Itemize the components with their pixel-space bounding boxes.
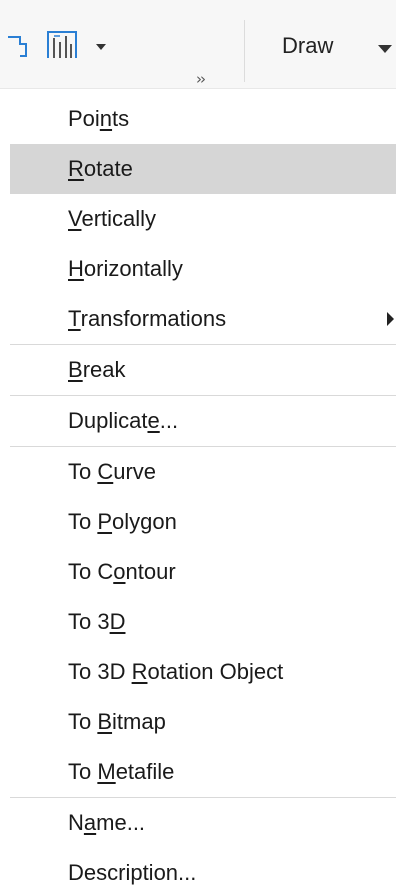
menu-item-label: Horizontally xyxy=(68,256,183,281)
distribute-icon[interactable] xyxy=(44,28,80,60)
menu-item-to-curve[interactable]: To Curve xyxy=(10,447,396,497)
menu-item-points[interactable]: Points xyxy=(10,94,396,144)
menu-item-label: Transformations xyxy=(68,306,227,331)
menu-item-rotate[interactable]: Rotate xyxy=(10,144,396,194)
shape-icon[interactable] xyxy=(6,34,28,60)
toolbar-overflow-icon[interactable]: ›› xyxy=(196,70,206,88)
menu-item-to-contour[interactable]: To Contour xyxy=(10,547,396,597)
menu-item-label: To Metafile xyxy=(68,759,175,784)
menu-item-label: Rotate xyxy=(68,156,133,181)
menu-item-label: Break xyxy=(68,357,126,382)
toolbar-separator xyxy=(244,20,245,82)
menu-item-to-bitmap[interactable]: To Bitmap xyxy=(10,697,396,747)
chevron-down-icon[interactable] xyxy=(378,45,392,53)
menu-item-label: To Polygon xyxy=(68,509,177,534)
menu-item-label: To Contour xyxy=(68,559,176,584)
chevron-right-icon xyxy=(387,312,394,326)
window: ›› Draw Points Rotate Vertically Horizontal… xyxy=(0,0,396,889)
menu-item-label: Vertically xyxy=(68,206,157,231)
menu-item-label: To Curve xyxy=(68,459,157,484)
menu-item-to-polygon[interactable]: To Polygon xyxy=(10,497,396,547)
menu-item-label: Description... xyxy=(68,860,197,885)
menu-item-label: Name... xyxy=(68,810,146,835)
menu-item-label: Duplicate... xyxy=(68,408,179,433)
menu-item-break[interactable]: Break xyxy=(10,345,396,395)
menu-item-label: To 3D Rotation Object xyxy=(68,659,284,684)
menu-item-to-3d[interactable]: To 3D xyxy=(10,597,396,647)
menu-item-to-3d-rotation-object[interactable]: To 3D Rotation Object xyxy=(10,647,396,697)
menu-item-description[interactable]: Description... xyxy=(10,848,396,889)
menu-item-to-metafile[interactable]: To Metafile xyxy=(10,747,396,797)
toolbar: ›› Draw xyxy=(0,0,396,89)
menu-item-label: To Bitmap xyxy=(68,709,166,734)
menu-item-transformations[interactable]: Transformations xyxy=(10,294,396,344)
menu-item-name[interactable]: Name... xyxy=(10,798,396,848)
menu-item-duplicate[interactable]: Duplicate... xyxy=(10,396,396,446)
chevron-down-icon[interactable] xyxy=(96,44,106,50)
menu-item-vertically[interactable]: Vertically xyxy=(10,194,396,244)
draw-menu-button[interactable]: Draw xyxy=(282,33,333,59)
menu-item-label: Points xyxy=(68,106,130,131)
menu-item-horizontally[interactable]: Horizontally xyxy=(10,244,396,294)
context-menu: Points Rotate Vertically Horizontally Transf… xyxy=(10,94,396,889)
menu-item-label: To 3D xyxy=(68,609,126,634)
